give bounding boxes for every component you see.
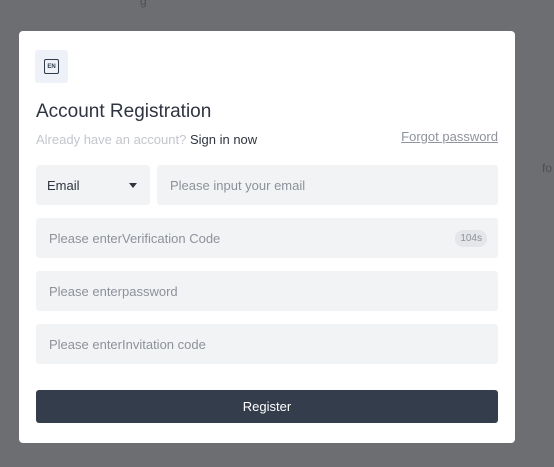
email-input[interactable] <box>168 176 487 194</box>
password-field <box>36 271 498 311</box>
email-field <box>157 165 498 205</box>
language-en-icon: EN <box>44 59 59 74</box>
account-type-select[interactable]: Email <box>36 165 150 205</box>
password-input[interactable] <box>47 282 487 300</box>
verification-code-input[interactable] <box>47 229 450 247</box>
language-switch-button[interactable]: EN <box>35 50 68 83</box>
sign-in-prompt: Already have an account? Sign in now <box>36 132 257 147</box>
register-button[interactable]: Register <box>36 390 498 423</box>
already-have-account-text: Already have an account? <box>36 132 187 147</box>
invitation-code-field <box>36 324 498 364</box>
forgot-password-link[interactable]: Forgot password <box>401 129 498 144</box>
verification-code-field: 104s <box>36 218 498 258</box>
account-type-value: Email <box>47 177 80 193</box>
background-text-fragment: fo <box>542 161 553 175</box>
sign-in-link[interactable]: Sign in now <box>190 132 257 147</box>
resend-countdown-badge: 104s <box>455 229 487 247</box>
modal-title: Account Registration <box>36 101 212 122</box>
chevron-down-icon <box>129 182 137 188</box>
invitation-code-input[interactable] <box>47 335 487 353</box>
background-text-fragment: g <box>140 0 147 8</box>
registration-modal: EN Account Registration Already have an … <box>19 31 515 443</box>
